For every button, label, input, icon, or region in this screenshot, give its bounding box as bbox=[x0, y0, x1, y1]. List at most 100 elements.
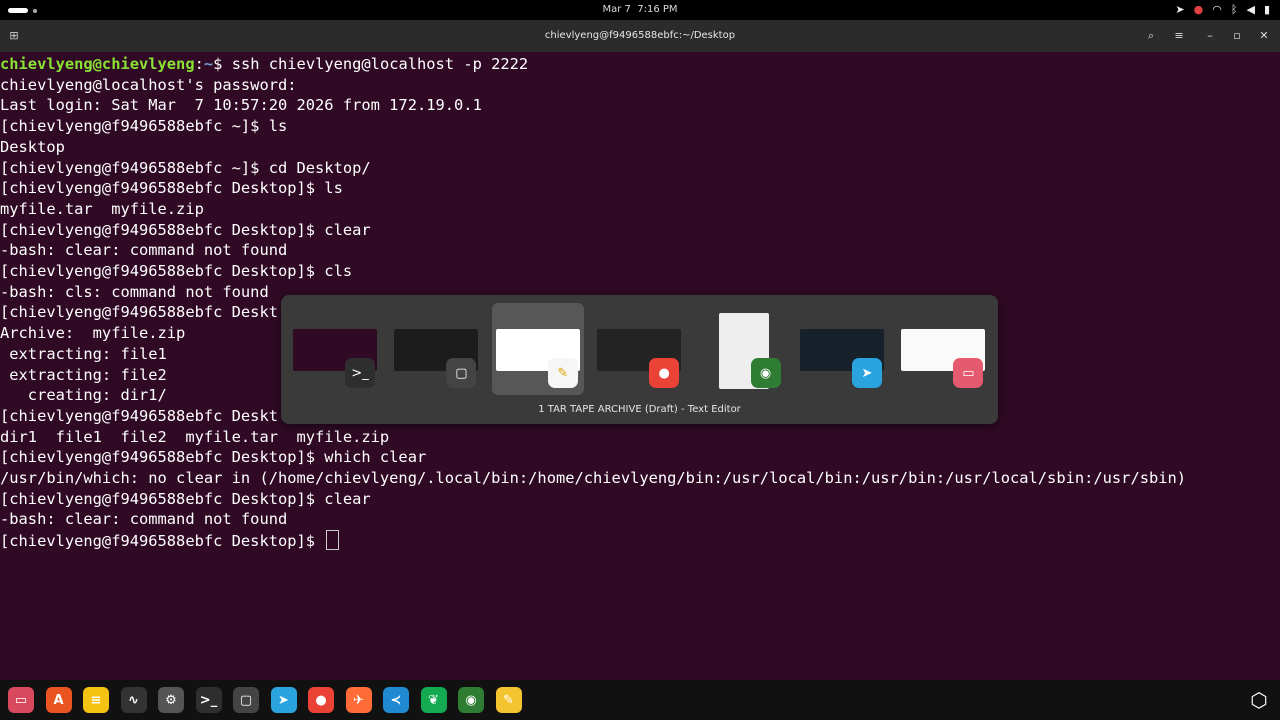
dock: ▭ A ≡ ∿ ⚙ >_ ▢ ➤ ● ✈ ≺ ❦ ◉ ✎ ⬡ bbox=[0, 680, 1280, 720]
files-icon: ▭ bbox=[953, 358, 984, 388]
terminal-text: extracting: file2 bbox=[0, 365, 167, 384]
maximize-icon[interactable]: ▫ bbox=[1227, 26, 1247, 46]
app-switcher-item[interactable]: >_ bbox=[289, 303, 381, 395]
top-bar: Mar 7 7:16 PM ➤ ● ◠ ᛒ ◀ ▮ bbox=[0, 0, 1280, 20]
text-editor-icon: ✎ bbox=[547, 358, 578, 388]
dock-screenshot-tool-icon[interactable]: ▢ bbox=[233, 687, 259, 713]
terminal-line: dir1 file1 file2 myfile.tar myfile.zip bbox=[0, 427, 389, 447]
terminal-line: creating: dir1/ bbox=[0, 385, 167, 405]
terminal-text: [chievlyeng@f9496588ebfc Deskt bbox=[0, 406, 278, 425]
dock-app-center-icon[interactable]: A bbox=[45, 687, 72, 713]
clock[interactable]: Mar 7 7:16 PM bbox=[0, 4, 1280, 15]
battery-icon[interactable]: ▮ bbox=[1264, 3, 1270, 16]
terminal-text: -bash: clear: command not found bbox=[0, 510, 288, 529]
clock-time: 7:16 PM bbox=[637, 4, 678, 15]
terminal-text: extracting: file1 bbox=[0, 344, 167, 363]
app-switcher-item[interactable]: ● bbox=[593, 303, 685, 395]
terminal-line: -bash: clear: command not found bbox=[0, 240, 287, 260]
terminal-text: [chievlyeng@f9496588ebfc Desktop]$ bbox=[0, 532, 325, 551]
app-switcher-item[interactable]: ◉ bbox=[695, 303, 787, 395]
app-switcher-item[interactable]: ✎ bbox=[491, 303, 584, 395]
terminal-line: [chievlyeng@f9496588ebfc Desktop]$ clear bbox=[0, 220, 371, 240]
menu-icon[interactable]: ≡ bbox=[1169, 26, 1189, 46]
dock-settings-icon[interactable]: ⚙ bbox=[158, 687, 184, 713]
dock-vscode-icon[interactable]: ≺ bbox=[383, 687, 409, 713]
wifi-icon[interactable]: ◠ bbox=[1212, 3, 1222, 16]
app-switcher-item[interactable]: ▭ bbox=[897, 303, 989, 395]
terminal-text: [chievlyeng@f9496588ebfc Deskt bbox=[0, 303, 278, 322]
app-switcher-item[interactable]: ➤ bbox=[796, 303, 888, 395]
terminal-text: [chievlyeng@f9496588ebfc Desktop]$ clear bbox=[0, 220, 371, 239]
terminal-text: chievlyeng@localhost's password: bbox=[0, 75, 297, 94]
telegram-tray-icon[interactable]: ➤ bbox=[1175, 3, 1184, 16]
terminal-line: -bash: cls: command not found bbox=[0, 282, 269, 302]
record-icon[interactable]: ● bbox=[1194, 3, 1204, 16]
prompt-user: chievlyeng@chievlyeng bbox=[0, 55, 195, 73]
terminal-line: [chievlyeng@f9496588ebfc Desktop]$ which… bbox=[0, 447, 426, 467]
terminal-text: dir1 file1 file2 myfile.tar myfile.zip bbox=[0, 427, 390, 446]
terminal-line: [chievlyeng@f9496588ebfc ~]$ ls bbox=[0, 116, 287, 136]
terminal-line: chievlyeng@localhost's password: bbox=[0, 75, 297, 95]
show-apps-icon[interactable]: ⬡ bbox=[1246, 687, 1272, 713]
terminal-text: [chievlyeng@f9496588ebfc Desktop]$ clear bbox=[0, 489, 371, 508]
terminal-line: [chievlyeng@f9496588ebfc Desktop]$ bbox=[0, 530, 340, 551]
system-tray[interactable]: ➤ ● ◠ ᛒ ◀ ▮ bbox=[1175, 3, 1270, 16]
clock-date: Mar 7 bbox=[602, 4, 631, 15]
terminal-line: /usr/bin/which: no clear in (/home/chiev… bbox=[0, 468, 1186, 488]
terminal-text: [chievlyeng@f9496588ebfc Desktop]$ cls bbox=[0, 262, 353, 280]
prompt-separator: : bbox=[194, 55, 204, 73]
terminal-titlebar: ⊞ chievlyeng@f9496588ebfc:~/Desktop ⌕ ≡ … bbox=[0, 20, 1280, 52]
terminal-line: [chievlyeng@f9496588ebfc Deskt bbox=[0, 406, 278, 426]
text-cursor bbox=[326, 530, 340, 551]
dock-postman-icon[interactable]: ✈ bbox=[345, 687, 372, 713]
window-title: chievlyeng@f9496588ebfc:~/Desktop bbox=[544, 30, 736, 41]
terminal-line: [chievlyeng@f9496588ebfc Deskt bbox=[0, 302, 278, 322]
dock-files-icon[interactable]: ▭ bbox=[8, 687, 34, 713]
terminal-text: creating: dir1/ bbox=[0, 386, 167, 405]
dock-system-monitor-icon[interactable]: ∿ bbox=[120, 687, 147, 713]
terminal-line: extracting: file2 bbox=[0, 365, 167, 385]
terminal-line: -bash: clear: command not found bbox=[0, 509, 287, 529]
terminal-text: Archive: myfile.zip bbox=[0, 324, 186, 343]
terminal-line: Desktop bbox=[0, 137, 65, 157]
minimize-icon[interactable]: – bbox=[1200, 26, 1220, 46]
screenshot-tool-icon: ▢ bbox=[446, 358, 477, 388]
app-switcher: >_ ▢ ✎ ● ◉ ➤ ▭ 1 TAR TAPE ARCHIVE (Draft) - Te… bbox=[281, 295, 998, 424]
telegram-icon: ➤ bbox=[852, 358, 882, 388]
terminal-text: [chievlyeng@f9496588ebfc ~]$ ls bbox=[0, 117, 288, 136]
terminal-line: Last login: Sat Mar 7 10:57:20 2026 from… bbox=[0, 95, 482, 115]
chrome-icon: ● bbox=[649, 358, 680, 388]
dock-mongodb-compass-icon[interactable]: ❦ bbox=[420, 687, 447, 713]
prompt-path: ~ bbox=[203, 55, 214, 73]
dock-chrome-icon[interactable]: ● bbox=[308, 687, 334, 713]
terminal-text: myfile.tar myfile.zip bbox=[0, 199, 204, 218]
dock-camera-app-icon[interactable]: ◉ bbox=[458, 687, 484, 713]
dock-text-editor-icon[interactable]: ✎ bbox=[495, 687, 522, 713]
terminal-text: [chievlyeng@f9496588ebfc Desktop]$ ls bbox=[0, 179, 343, 198]
search-icon[interactable]: ⌕ bbox=[1141, 26, 1161, 46]
bluetooth-icon[interactable]: ᛒ bbox=[1231, 3, 1238, 16]
volume-icon[interactable]: ◀ bbox=[1246, 3, 1254, 16]
terminal-line: extracting: file1 bbox=[0, 344, 167, 364]
terminal-line: myfile.tar myfile.zip bbox=[0, 199, 204, 219]
terminal-text: Desktop bbox=[0, 137, 65, 156]
close-icon[interactable]: ✕ bbox=[1254, 26, 1274, 46]
terminal-text: -bash: clear: command not found bbox=[0, 241, 288, 260]
terminal-text: [chievlyeng@f9496588ebfc Desktop]$ which… bbox=[0, 448, 427, 467]
camera-app-icon: ◉ bbox=[750, 358, 781, 388]
terminal-line: Archive: myfile.zip bbox=[0, 323, 185, 343]
dock-telegram-icon[interactable]: ➤ bbox=[270, 687, 297, 713]
terminal-line: [chievlyeng@f9496588ebfc Desktop]$ ls bbox=[0, 178, 343, 198]
terminal-text: -bash: cls: command not found bbox=[0, 282, 269, 301]
terminal-line: [chievlyeng@f9496588ebfc Desktop]$ clear bbox=[0, 489, 371, 509]
dock-notes-icon[interactable]: ≡ bbox=[83, 687, 109, 713]
terminal-line: [chievlyeng@f9496588ebfc Desktop]$ cls bbox=[0, 261, 352, 281]
terminal-icon: >_ bbox=[345, 358, 375, 388]
terminal-text: [chievlyeng@f9496588ebfc ~]$ cd Desktop/ bbox=[0, 158, 371, 177]
terminal-text: Last login: Sat Mar 7 10:57:20 2026 from… bbox=[0, 96, 482, 115]
app-switcher-label: 1 TAR TAPE ARCHIVE (Draft) - Text Editor bbox=[538, 404, 741, 415]
terminal-line: chievlyeng@chievlyeng:~$ ssh chievlyeng@… bbox=[0, 54, 528, 74]
terminal-line: [chievlyeng@f9496588ebfc ~]$ cd Desktop/ bbox=[0, 158, 371, 178]
dock-terminal-icon[interactable]: >_ bbox=[195, 687, 222, 713]
app-switcher-item[interactable]: ▢ bbox=[390, 303, 482, 395]
